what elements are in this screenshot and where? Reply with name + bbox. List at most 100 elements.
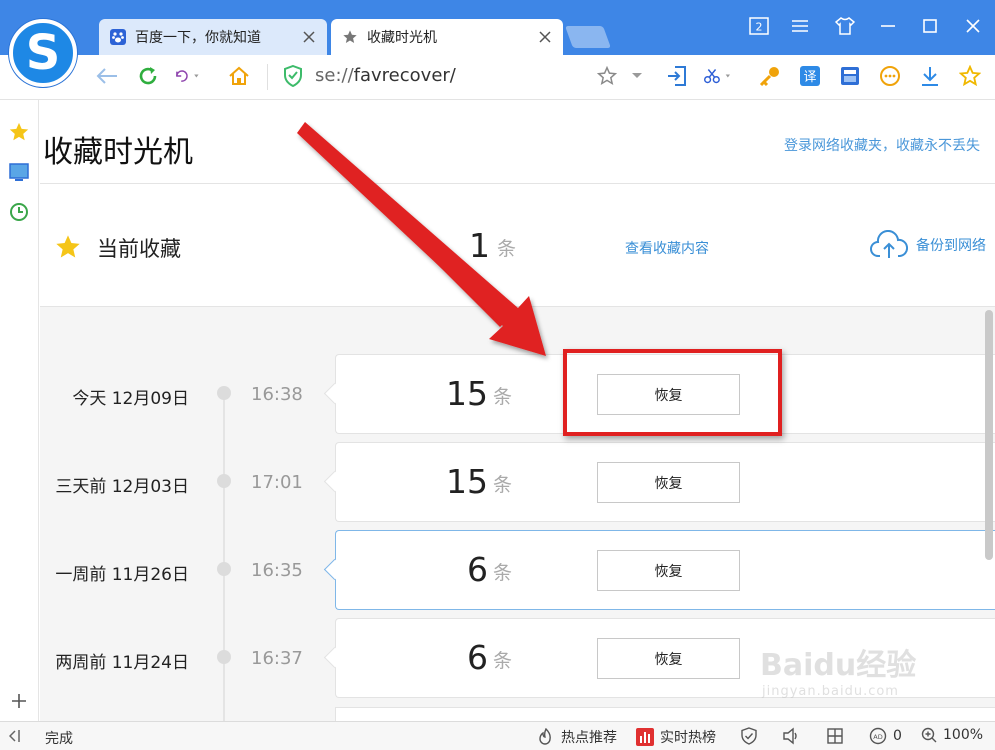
window-close-icon[interactable]: [962, 15, 984, 37]
entry-time: 16:37: [251, 648, 303, 669]
sogou-browser-logo[interactable]: S: [9, 19, 77, 87]
backup-to-cloud-button[interactable]: 备份到网络: [870, 230, 986, 260]
adblock-icon: AD: [869, 727, 887, 745]
dropdown-arrow-icon[interactable]: [624, 63, 650, 89]
zoom-icon: [921, 727, 937, 743]
page-title: 收藏时光机: [43, 135, 193, 170]
minimize-icon[interactable]: [877, 15, 899, 37]
sidebar-add-icon[interactable]: [7, 689, 31, 713]
maximize-icon[interactable]: [919, 15, 941, 37]
timeline-dot: [217, 650, 231, 664]
entry-card: 15 条 恢复: [335, 442, 995, 522]
tab-favrecover[interactable]: 收藏时光机: [331, 19, 563, 55]
favorites-star-icon[interactable]: [957, 63, 983, 89]
close-icon[interactable]: [301, 29, 317, 45]
zoom-level: 100%: [943, 727, 984, 743]
browser-titlebar: 百度一下，你就知道 收藏时光机 2: [0, 0, 995, 55]
entry-count-unit: 条: [493, 386, 513, 408]
timeline-dot: [217, 562, 231, 576]
translate-icon[interactable]: 译: [797, 63, 823, 89]
refresh-icon[interactable]: [135, 63, 161, 89]
watermark-brand: Baidu经验: [760, 648, 917, 683]
restore-button[interactable]: 恢复: [597, 550, 740, 591]
sidebar-history-clock-icon[interactable]: [7, 200, 31, 224]
security-shield-icon[interactable]: [740, 727, 758, 745]
sidebar-favorites-star-icon[interactable]: [7, 120, 31, 144]
entry-date: 三天前 12月03日: [55, 477, 189, 497]
entry-time: 17:01: [251, 472, 303, 493]
entry-count: 6: [467, 550, 488, 589]
status-text: 完成: [45, 731, 73, 747]
more-options-icon[interactable]: [877, 63, 903, 89]
url-path: favrecover/: [353, 65, 456, 86]
screenshot-scissors-icon[interactable]: [704, 63, 730, 89]
tab-baidu[interactable]: 百度一下，你就知道: [99, 19, 327, 55]
ranking-chart-icon: [636, 728, 654, 746]
adblock-count: 0: [893, 728, 902, 744]
tab-count-icon[interactable]: 2: [748, 15, 770, 37]
zoom-button[interactable]: 100%: [921, 727, 983, 743]
timeline-dot: [217, 386, 231, 400]
cloud-upload-icon: [870, 230, 908, 258]
secure-shield-icon[interactable]: [280, 63, 306, 89]
realtime-ranking-button[interactable]: 实时热榜: [636, 727, 716, 747]
browser-toolbar: se://favrecover/ 译: [0, 55, 995, 100]
svg-text:译: 译: [803, 70, 816, 85]
history-entry: 今天 12月09日 16:38 15 条 恢复: [40, 354, 995, 434]
home-icon[interactable]: [226, 63, 252, 89]
login-icon[interactable]: [664, 63, 690, 89]
sidebar-toggle-icon[interactable]: [8, 728, 28, 744]
entry-count-unit: 条: [493, 650, 513, 672]
current-favorites-row: 当前收藏 1 条 查看收藏内容 备份到网络: [40, 184, 995, 306]
entry-count: 15: [446, 462, 488, 501]
logo-s-glyph: S: [25, 25, 61, 81]
entry-card-highlighted: 6 条 恢复: [335, 530, 995, 610]
entry-count-unit: 条: [493, 474, 513, 496]
url-scheme: se://: [315, 65, 354, 86]
backup-label: 备份到网络: [916, 238, 986, 254]
key-icon[interactable]: [757, 63, 783, 89]
tab-count: 2: [756, 21, 763, 34]
restore-button[interactable]: 恢复: [597, 638, 740, 679]
sidebar: [0, 100, 39, 721]
login-cloud-favorites-link[interactable]: 登录网络收藏夹，收藏永不丢失: [784, 135, 980, 155]
watermark-url: jingyan.baidu.com: [762, 684, 899, 699]
back-arrow-icon[interactable]: [94, 63, 120, 89]
volume-icon[interactable]: [782, 727, 800, 745]
new-tab-button[interactable]: [564, 26, 612, 48]
bookmark-star-icon[interactable]: [594, 63, 620, 89]
entry-time: 16:35: [251, 560, 303, 581]
scrollbar-thumb[interactable]: [985, 310, 993, 560]
sidebar-screen-icon[interactable]: [7, 160, 31, 184]
entry-date: 两周前 11月24日: [55, 653, 189, 673]
current-favorites-label: 当前收藏: [97, 237, 181, 261]
skin-icon[interactable]: [834, 15, 856, 37]
hot-recommend-button[interactable]: 热点推荐: [537, 727, 617, 747]
reader-icon[interactable]: [837, 63, 863, 89]
baidu-paw-icon: [109, 28, 127, 46]
current-count-unit: 条: [497, 238, 517, 260]
view-favorites-link[interactable]: 查看收藏内容: [625, 238, 709, 258]
adblock-button[interactable]: AD 0: [869, 727, 902, 745]
history-entry: 一周前 11月26日 16:35 6 条 恢复: [40, 530, 995, 610]
hot-recommend-label: 热点推荐: [561, 730, 617, 746]
menu-icon[interactable]: [789, 15, 811, 37]
network-icon[interactable]: [826, 727, 844, 745]
page-content: 收藏时光机 登录网络收藏夹，收藏永不丢失 当前收藏 1 条 查看收藏内容 备份到…: [40, 100, 995, 721]
entry-count: 15: [446, 374, 488, 413]
highlight-box: [563, 349, 782, 436]
current-favorites-count: 1: [469, 226, 490, 265]
flame-icon: [539, 728, 551, 745]
restore-button[interactable]: 恢复: [597, 462, 740, 503]
entry-date: 一周前 11月26日: [55, 565, 189, 585]
realtime-ranking-label: 实时热榜: [660, 730, 716, 746]
undo-close-icon[interactable]: [174, 63, 200, 89]
timeline-dot: [217, 474, 231, 488]
current-star-icon: [56, 235, 80, 258]
address-bar[interactable]: se://favrecover/: [315, 65, 456, 86]
download-icon[interactable]: [917, 63, 943, 89]
svg-text:AD: AD: [873, 733, 882, 741]
entry-date: 今天 12月09日: [72, 389, 189, 409]
close-icon[interactable]: [537, 29, 553, 45]
star-icon: [341, 28, 359, 46]
